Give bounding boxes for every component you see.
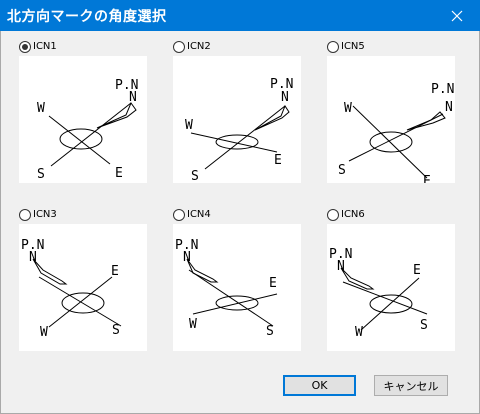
east-label: E xyxy=(423,174,431,183)
cancel-button[interactable]: キャンセル xyxy=(374,375,448,396)
radio-button-icn4[interactable] xyxy=(173,209,185,221)
title-bar: 北方向マークの角度選択 xyxy=(0,0,480,31)
radio-button-icn3[interactable] xyxy=(19,209,31,221)
radio-button-icn2[interactable] xyxy=(173,41,185,53)
north-label: N xyxy=(445,100,453,115)
radio-row-icn6[interactable]: ICN6 xyxy=(327,208,365,222)
radio-button-icn6[interactable] xyxy=(327,209,339,221)
radio-label-icn3[interactable]: ICN3 xyxy=(33,208,57,222)
radio-row-icn4[interactable]: ICN4 xyxy=(173,208,211,222)
west-label: W xyxy=(355,325,363,340)
north-label: N xyxy=(129,90,137,105)
east-label: E xyxy=(111,264,119,279)
north-label: N xyxy=(337,259,345,274)
preview-icn4[interactable]: P.N N E W S xyxy=(173,224,301,351)
option-icn5: ICN5 W S E P.N N xyxy=(327,40,457,185)
preview-icn5[interactable]: W S E P.N N xyxy=(327,56,455,183)
radio-row-icn2[interactable]: ICN2 xyxy=(173,40,211,54)
radio-row-icn5[interactable]: ICN5 xyxy=(327,40,365,54)
north-label: N xyxy=(183,250,191,265)
east-label: E xyxy=(115,166,123,181)
option-icn1: ICN1 W S E P.N N xyxy=(19,40,149,185)
south-label: S xyxy=(266,324,274,339)
dialog-title: 北方向マークの角度選択 xyxy=(7,9,167,25)
west-label: W xyxy=(185,118,193,133)
north-arrow-icon-icn2: W S E P.N N xyxy=(185,77,293,183)
north-arrow-icon-icn4: P.N N E W S xyxy=(175,238,278,339)
radio-button-icn5[interactable] xyxy=(327,41,339,53)
preview-icn6[interactable]: P.N N E W S xyxy=(327,224,455,351)
radio-button-icn1[interactable] xyxy=(19,41,31,53)
south-label: S xyxy=(191,169,199,183)
south-label: S xyxy=(112,323,120,338)
east-label: E xyxy=(413,263,421,278)
south-label: S xyxy=(420,318,428,333)
north-arrow-icon-icn6: P.N N E W S xyxy=(329,247,428,340)
north-label: N xyxy=(281,90,289,105)
west-label: W xyxy=(344,101,352,116)
east-label: E xyxy=(274,153,282,168)
option-icn2: ICN2 W S E P.N N xyxy=(173,40,303,185)
close-button[interactable] xyxy=(434,0,480,31)
south-label: S xyxy=(338,163,346,178)
ok-button[interactable]: OK xyxy=(283,375,356,396)
radio-row-icn1[interactable]: ICN1 xyxy=(19,40,57,54)
south-label: S xyxy=(37,167,45,182)
west-label: W xyxy=(40,325,48,340)
pn-label: P.N xyxy=(431,82,454,97)
option-icn6: ICN6 P.N N E W S xyxy=(327,208,457,353)
east-label: E xyxy=(269,276,277,291)
option-icn4: ICN4 P.N N E W S xyxy=(173,208,303,353)
west-label: W xyxy=(37,101,45,116)
radio-label-icn4[interactable]: ICN4 xyxy=(187,208,211,222)
radio-label-icn5[interactable]: ICN5 xyxy=(341,40,365,54)
radio-label-icn2[interactable]: ICN2 xyxy=(187,40,211,54)
radio-row-icn3[interactable]: ICN3 xyxy=(19,208,57,222)
preview-icn3[interactable]: P.N N E W S xyxy=(19,224,147,351)
north-arrow-icon-icn3: P.N N E W S xyxy=(21,238,122,340)
radio-label-icn1[interactable]: ICN1 xyxy=(33,40,57,54)
preview-icn2[interactable]: W S E P.N N xyxy=(173,56,301,183)
north-label: N xyxy=(29,250,37,265)
west-label: W xyxy=(189,317,197,332)
close-icon xyxy=(451,10,463,21)
option-icn3: ICN3 P.N N E W S xyxy=(19,208,149,353)
north-arrow-icon-icn1: W S E P.N N xyxy=(37,78,138,182)
north-arrow-icon-icn5: W S E P.N N xyxy=(338,82,454,183)
preview-icn1[interactable]: W S E P.N N xyxy=(19,56,147,183)
radio-label-icn6[interactable]: ICN6 xyxy=(341,208,365,222)
